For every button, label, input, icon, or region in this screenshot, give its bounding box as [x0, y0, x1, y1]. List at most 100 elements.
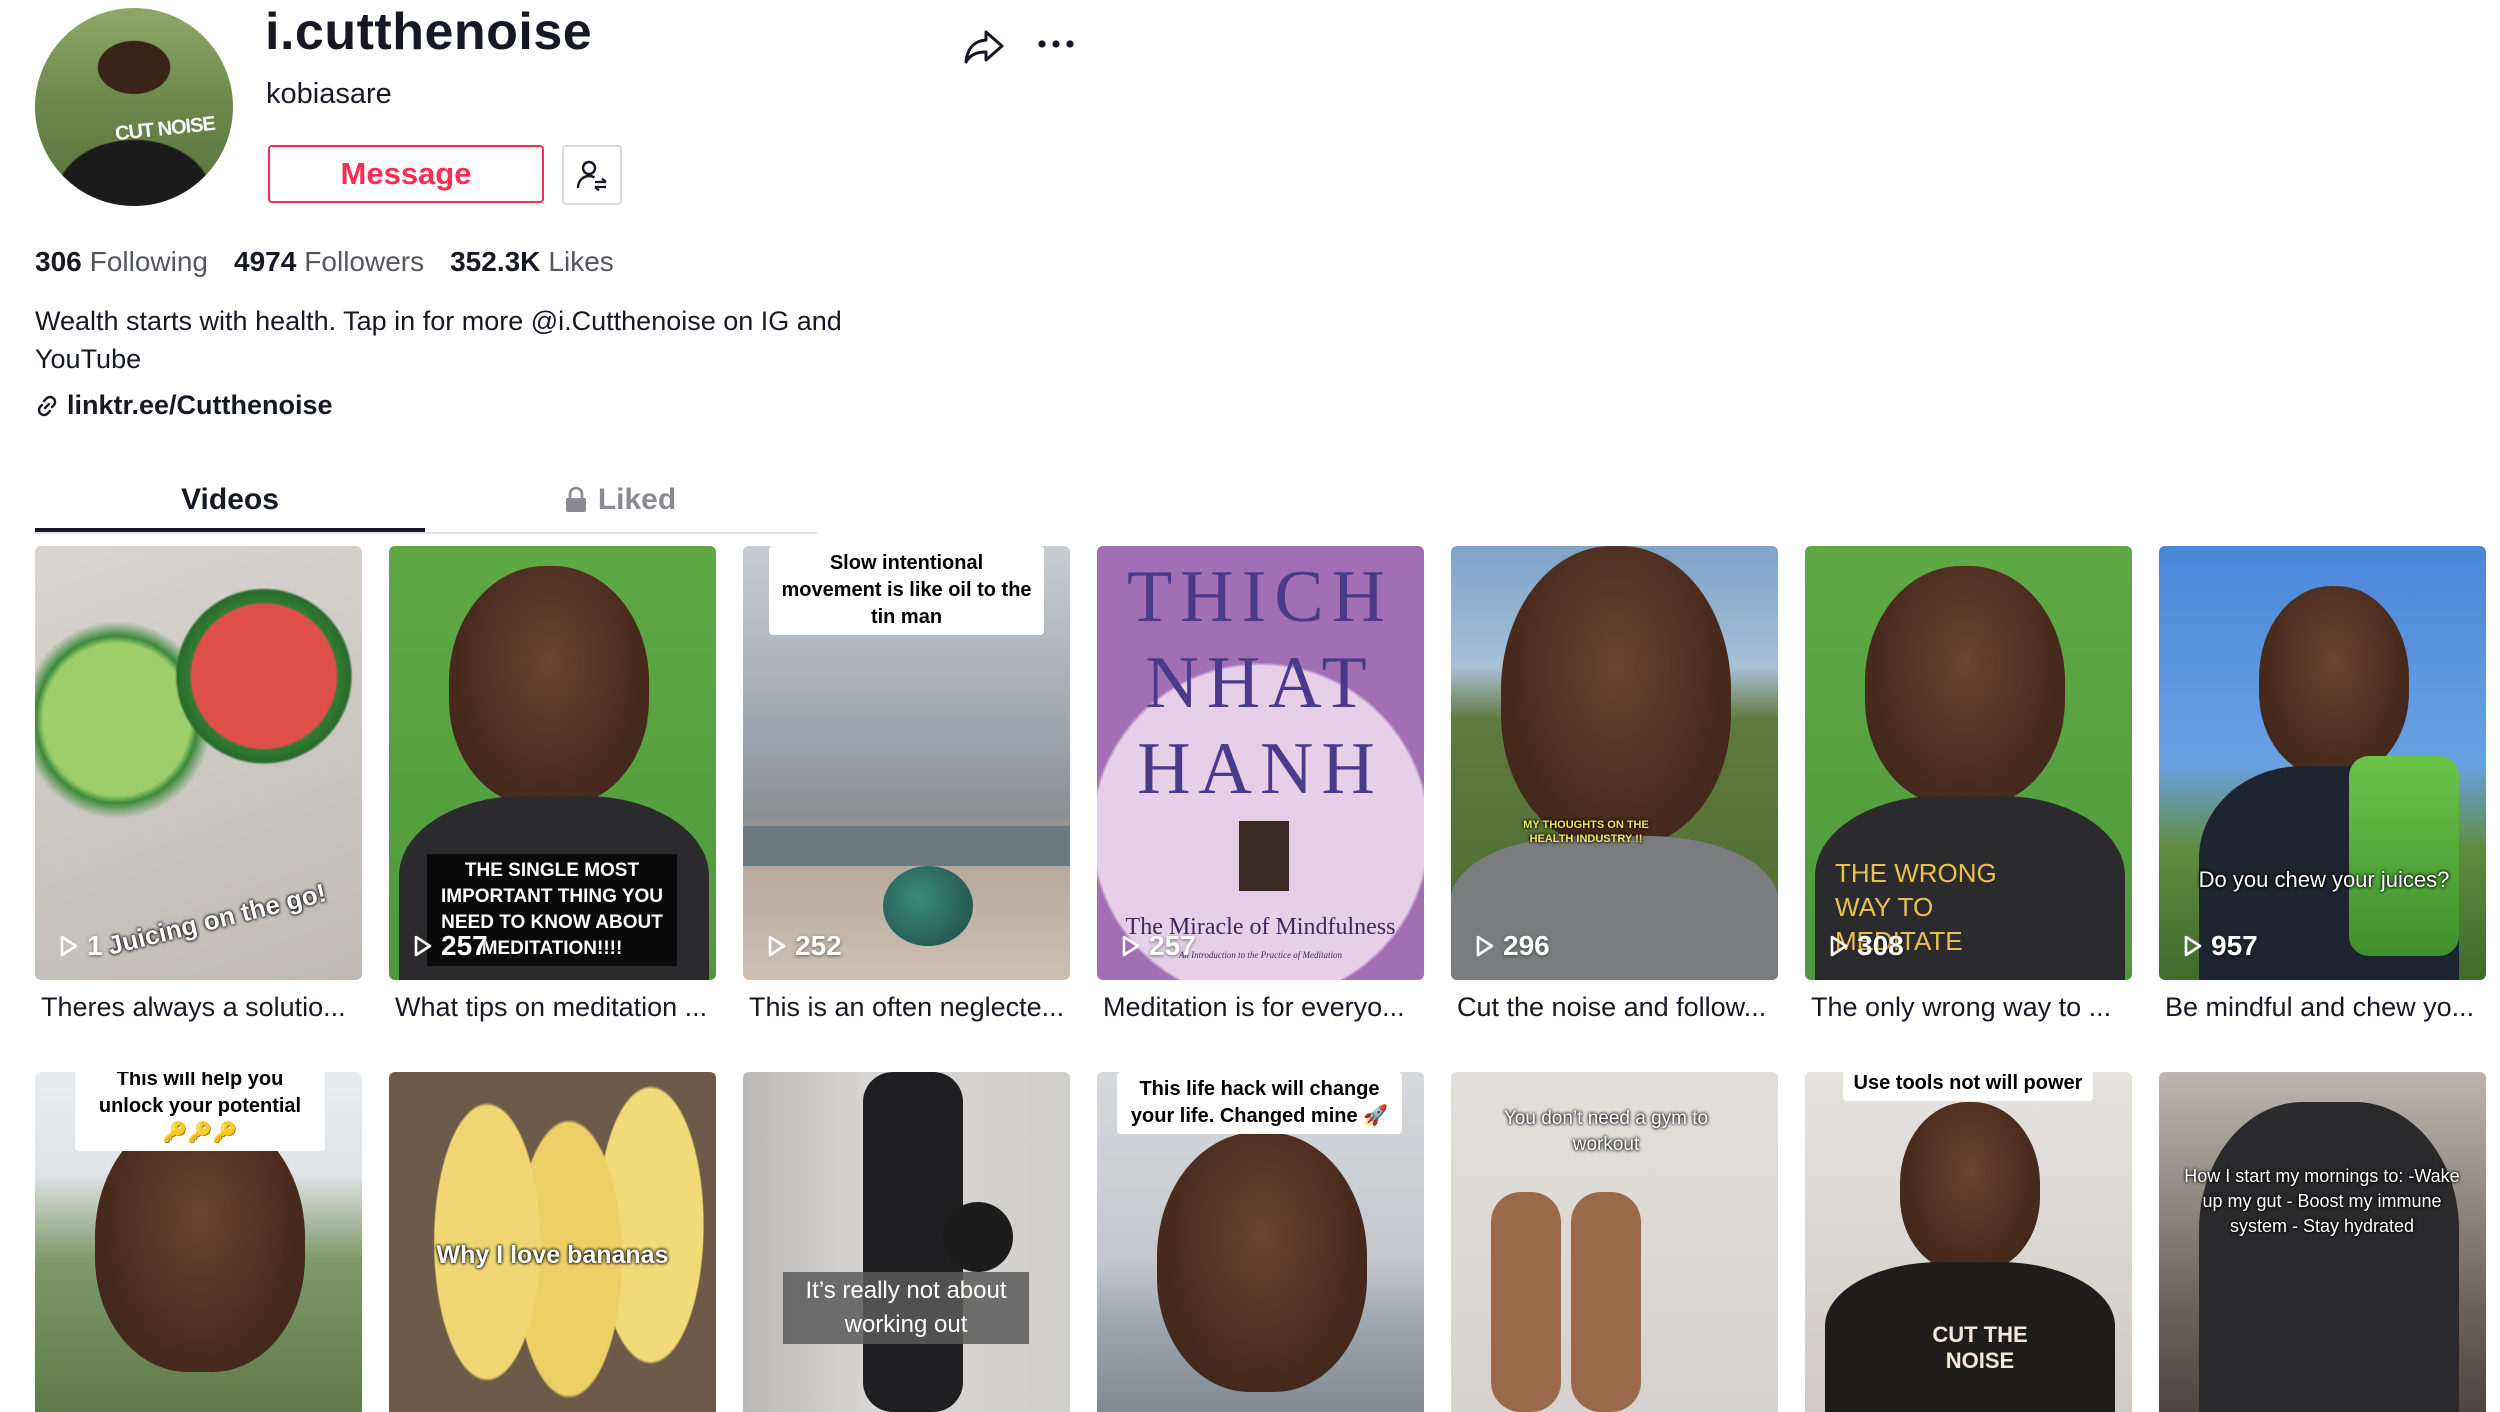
- view-count-value: 1: [87, 930, 103, 961]
- video-overlay-text: It’s really not about working out: [783, 1272, 1029, 1344]
- video-caption[interactable]: What tips on meditation ...: [395, 992, 715, 1023]
- profile-page: CUT NOISE i.cutthenoise kobiasare Messag…: [0, 0, 2500, 1412]
- view-count-value: 296: [1503, 930, 1550, 961]
- view-count-value: 252: [795, 930, 842, 961]
- play-icon: [60, 935, 78, 957]
- avatar-shirt-logo: CUT NOISE: [114, 112, 216, 146]
- video-overlay-text: Juicing on the go!: [104, 877, 330, 961]
- play-icon: [1476, 935, 1494, 957]
- link-icon: [37, 395, 57, 416]
- profile-username: i.cutthenoise: [265, 3, 593, 61]
- stat-following-value: 306: [35, 246, 82, 277]
- view-count: 308: [1829, 930, 1904, 962]
- video-overlay-text: Why I love bananas: [436, 1241, 669, 1269]
- video-overlay-text: Do you chew your juices?: [2198, 867, 2450, 892]
- view-count: 957: [2183, 930, 2258, 962]
- stat-likes-label: Likes: [548, 246, 614, 277]
- video-thumbnail[interactable]: THE SINGLE MOST IMPORTANT THING YOU NEED…: [389, 546, 716, 980]
- video-overlay-text: This life hack will change your life. Ch…: [1117, 1072, 1402, 1134]
- stat-likes-value: 352.3K: [450, 246, 541, 277]
- book-title: THICH NHAT HANH: [1126, 556, 1394, 810]
- message-button[interactable]: Message: [268, 145, 544, 203]
- video-thumbnail[interactable]: THE WRONG WAY TO MEDITATE 308: [1805, 546, 2132, 980]
- video-thumbnail[interactable]: Slow intentional movement is like oil to…: [743, 546, 1070, 980]
- video-overlay-text: Slow intentional movement is like oil to…: [769, 546, 1044, 635]
- profile-tabs: Videos Liked: [35, 468, 817, 534]
- person-switch-icon: [576, 160, 607, 192]
- view-count-value: 257: [1149, 930, 1196, 961]
- video-thumbnail[interactable]: Do you chew your juices? 957: [2159, 546, 2486, 980]
- person-face: [449, 566, 649, 806]
- tab-videos-label: Videos: [181, 483, 279, 516]
- stat-followers[interactable]: 4974 Followers: [234, 246, 424, 278]
- view-count-value: 257: [441, 930, 488, 961]
- stat-followers-label: Followers: [304, 246, 425, 277]
- ocean-strip: [743, 826, 1070, 866]
- video-thumbnail[interactable]: MY THOUGHTS ON THE HEALTH INDUSTRY !! 29…: [1451, 546, 1778, 980]
- view-count: 296: [1475, 930, 1550, 962]
- video-caption[interactable]: Meditation is for everyo...: [1103, 992, 1423, 1023]
- video-thumbnail[interactable]: How I start my mornings to: -Wake up my …: [2159, 1072, 2486, 1412]
- person-face: [2259, 586, 2409, 776]
- video-overlay-text: You don’t need a gym to workout: [1503, 1108, 1709, 1155]
- view-count-value: 308: [1857, 930, 1904, 961]
- lock-icon: [565, 487, 586, 512]
- ball: [883, 866, 973, 946]
- video-thumbnail[interactable]: You don’t need a gym to workout: [1451, 1072, 1778, 1412]
- video-caption[interactable]: Theres always a solutio...: [41, 992, 361, 1023]
- person-face: [1865, 566, 2065, 806]
- profile-nickname: kobiasare: [266, 78, 392, 110]
- video-caption[interactable]: The only wrong way to ...: [1811, 992, 2131, 1023]
- video-caption[interactable]: This is an often neglecte...: [749, 992, 1069, 1023]
- leg-left: [1491, 1192, 1561, 1412]
- profile-bio: Wealth starts with health. Tap in for mo…: [35, 306, 842, 374]
- profile-link-text: linktr.ee/Cutthenoise: [67, 390, 333, 420]
- play-icon: [1122, 935, 1140, 957]
- video-overlay-text: How I start my mornings to: -Wake up my …: [2184, 1166, 2460, 1236]
- kettlebell: [943, 1202, 1013, 1272]
- profile-stats: 306 Following 4974 Followers 352.3K Likes: [35, 246, 614, 278]
- video-overlay-text: Use tools not will power: [1843, 1072, 2093, 1101]
- video-caption[interactable]: Be mindful and chew yo...: [2165, 992, 2485, 1023]
- play-icon: [1830, 935, 1848, 957]
- tab-liked[interactable]: Liked: [425, 468, 815, 532]
- leg-right: [1571, 1192, 1641, 1412]
- person-face: [95, 1112, 305, 1372]
- view-count: 252: [767, 930, 842, 962]
- video-thumbnail[interactable]: This life hack will change your life. Ch…: [1097, 1072, 1424, 1412]
- person-face: [1501, 546, 1731, 846]
- video-thumbnail[interactable]: It’s really not about working out: [743, 1072, 1070, 1412]
- view-count-value: 957: [2211, 930, 2258, 961]
- play-icon: [2184, 935, 2202, 957]
- juice-glass: [2349, 756, 2459, 956]
- profile-avatar[interactable]: CUT NOISE: [35, 8, 233, 206]
- view-count: 257: [1121, 930, 1196, 962]
- person-face: [1900, 1102, 2040, 1272]
- tab-videos[interactable]: Videos: [35, 468, 425, 532]
- play-icon: [414, 935, 432, 957]
- stat-following[interactable]: 306 Following: [35, 246, 208, 278]
- person-face: [1157, 1132, 1367, 1392]
- video-thumbnail[interactable]: Why I love bananas: [389, 1072, 716, 1412]
- video-overlay-text: MY THOUGHTS ON THE HEALTH INDUSTRY !!: [1523, 819, 1649, 845]
- view-count: 257: [413, 930, 488, 962]
- view-count: 1: [59, 930, 103, 962]
- stat-followers-value: 4974: [234, 246, 297, 277]
- person-shirt: [2199, 1102, 2459, 1412]
- video-thumbnail[interactable]: CUT THE NOISE Use tools not will power: [1805, 1072, 2132, 1412]
- follow-switch-button[interactable]: [562, 145, 622, 205]
- active-tab-indicator: [35, 528, 425, 532]
- tab-liked-label: Liked: [597, 483, 677, 516]
- shirt-logo: CUT THE NOISE: [1932, 1322, 2028, 1373]
- more-icon[interactable]: [1036, 28, 1076, 60]
- video-thumbnail[interactable]: This will help you unlock your potential…: [35, 1072, 362, 1412]
- book-photo: [1239, 821, 1289, 891]
- video-caption[interactable]: Cut the noise and follow...: [1457, 992, 1777, 1023]
- stat-following-label: Following: [89, 246, 208, 277]
- stat-likes: 352.3K Likes: [450, 246, 614, 278]
- video-thumbnail[interactable]: Juicing on the go! 1: [35, 546, 362, 980]
- profile-link[interactable]: linktr.ee/Cutthenoise: [35, 390, 333, 421]
- share-icon[interactable]: [962, 24, 1006, 68]
- play-icon: [768, 935, 786, 957]
- video-thumbnail[interactable]: THICH NHAT HANH The Miracle of Mindfulne…: [1097, 546, 1424, 980]
